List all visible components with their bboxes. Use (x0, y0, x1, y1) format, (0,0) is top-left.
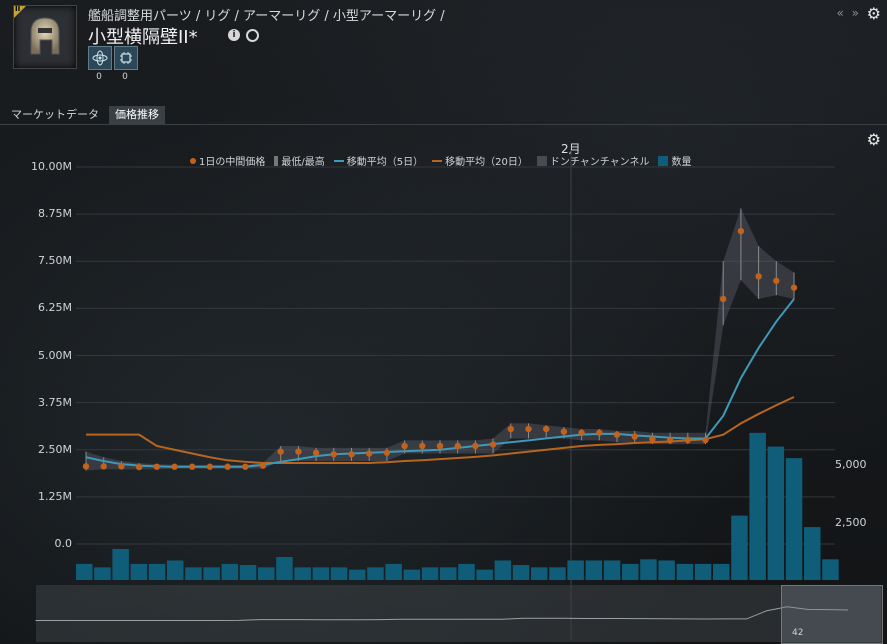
median-price-point (790, 284, 798, 291)
volume-bar (258, 567, 275, 580)
volume-bar (294, 567, 311, 580)
median-price-point (560, 428, 568, 435)
volume-bar (312, 567, 330, 580)
median-price-point (737, 227, 745, 235)
median-price-point (135, 463, 143, 471)
median-price-point (596, 429, 603, 436)
volume-bar (749, 432, 766, 580)
volume-bar (767, 446, 785, 580)
volume-bar (494, 560, 512, 580)
volume-bar (622, 563, 639, 580)
price-history-chart[interactable] (0, 0, 887, 644)
volume-bar (822, 559, 839, 580)
donchian-channel (86, 208, 794, 471)
median-price-point (401, 442, 408, 450)
median-price-point (242, 463, 249, 470)
volume-bar (440, 567, 457, 580)
median-price-point (366, 450, 373, 457)
volume-bar (403, 569, 421, 580)
navigator-strip (36, 585, 881, 642)
volume-bar (585, 560, 603, 580)
volume-bar (531, 567, 548, 580)
median-price-point (454, 442, 461, 450)
volume-bar (94, 567, 111, 580)
volume-bar (221, 563, 239, 580)
median-price-point (525, 425, 532, 433)
median-price-point (295, 448, 302, 455)
volume-bar (785, 458, 803, 580)
median-price-point (383, 449, 391, 456)
median-price-point (507, 425, 514, 433)
volume-bar (349, 569, 366, 580)
volume-bar (367, 567, 384, 580)
volume-bar (185, 567, 202, 580)
median-price-point (631, 433, 638, 440)
volume-bar (658, 560, 675, 580)
median-price-point (312, 449, 320, 456)
volume-bar (676, 563, 694, 580)
median-price-point (100, 463, 107, 470)
volume-bar (603, 560, 621, 580)
median-price-point (773, 277, 780, 285)
median-price-point (153, 463, 160, 470)
volume-bar (713, 563, 730, 580)
median-price-point (472, 442, 479, 450)
volume-bar (167, 560, 184, 580)
median-price-point (277, 448, 284, 455)
median-price-point (189, 463, 196, 470)
volume-bar (385, 563, 402, 580)
navigator-label: 42 (792, 628, 804, 638)
median-price-point (348, 451, 355, 458)
volume-bar (239, 565, 257, 580)
volume-bar (421, 567, 439, 580)
median-price-point (613, 431, 621, 438)
volume-bar (731, 515, 748, 580)
median-price-point (436, 442, 444, 450)
volume-bar (130, 563, 148, 580)
volume-bar (567, 560, 584, 580)
median-price-point (206, 463, 214, 470)
volume-bar (458, 563, 475, 580)
volume-bar (330, 567, 348, 580)
median-price-point (684, 436, 691, 444)
volume-bar (203, 567, 220, 580)
median-price-point (171, 463, 178, 470)
median-price-point (224, 463, 231, 470)
median-price-point (578, 429, 585, 436)
median-price-point (259, 462, 267, 469)
median-price-point (118, 463, 125, 470)
median-price-point (720, 295, 727, 303)
median-price-point (82, 463, 90, 470)
median-price-point (755, 273, 762, 280)
volume-bar (804, 527, 821, 580)
volume-bar (276, 557, 293, 580)
median-price-point (489, 441, 497, 448)
volume-bar (476, 569, 493, 580)
volume-bar (549, 567, 566, 580)
volume-bar (112, 548, 129, 580)
volume-bar (76, 563, 93, 580)
volume-bar (512, 565, 530, 580)
median-price-point (419, 442, 426, 450)
volume-bar (694, 563, 712, 580)
volume-bar (148, 563, 166, 580)
median-price-point (543, 425, 550, 433)
median-price-point (330, 451, 337, 458)
median-price-point (666, 437, 674, 444)
median-price-point (649, 435, 656, 443)
median-price-point (702, 436, 709, 444)
volume-bar (640, 559, 657, 580)
